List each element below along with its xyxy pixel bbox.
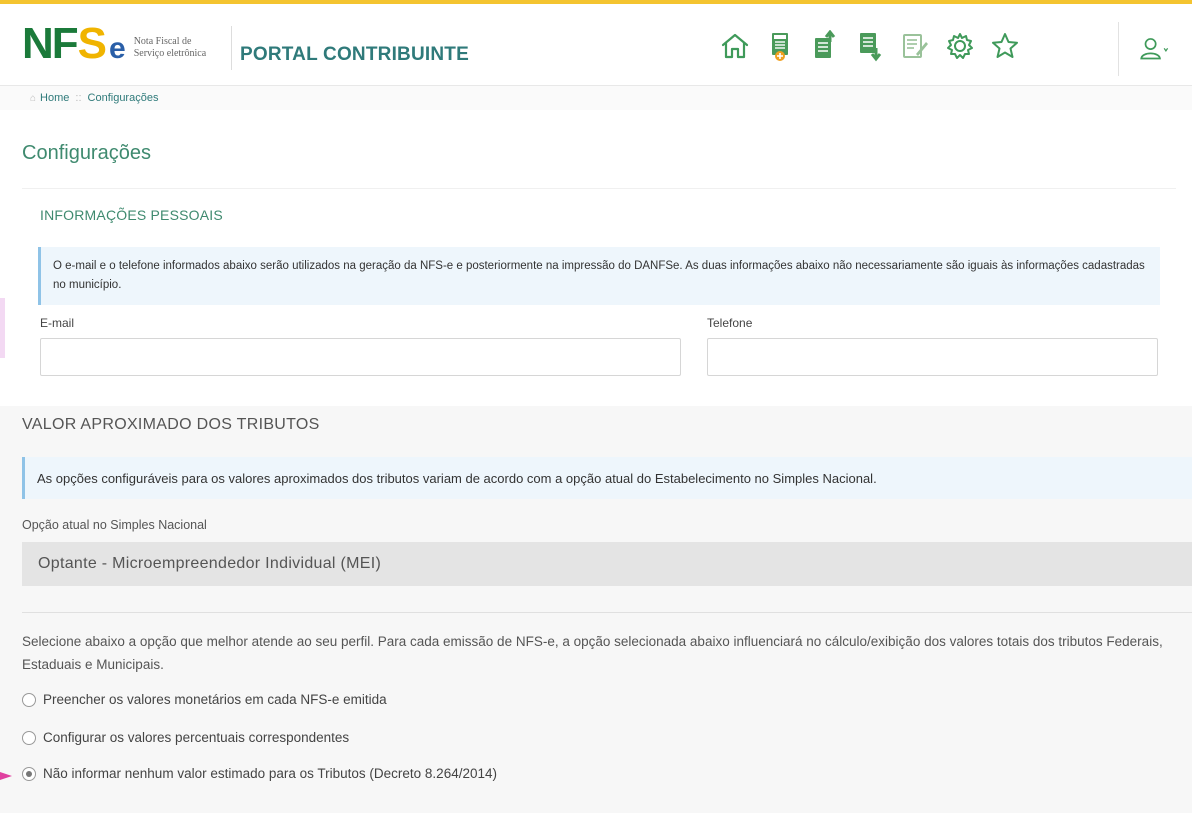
section-divider	[22, 612, 1192, 613]
simples-select[interactable]: Optante - Microempreendedor Individual (…	[22, 542, 1192, 586]
tax-section-title: VALOR APROXIMADO DOS TRIBUTOS	[22, 416, 320, 433]
personal-info-title: INFORMAÇÕES PESSOAIS	[40, 207, 223, 223]
top-nav	[716, 26, 1031, 66]
tax-option-monetary[interactable]: Preencher os valores monetários em cada …	[22, 692, 387, 707]
email-label: E-mail	[40, 316, 75, 330]
nfse-logo[interactable]: NF S e Nota Fiscal de Serviço eletrônica	[22, 22, 206, 66]
email-field[interactable]	[40, 338, 681, 376]
radio-button[interactable]	[22, 692, 36, 707]
breadcrumb-home-icon: ⌂	[30, 92, 37, 104]
download-invoice-icon[interactable]	[851, 26, 889, 66]
simples-label: Opção atual no Simples Nacional	[22, 518, 207, 532]
tax-description: Selecione abaixo a opção que melhor aten…	[22, 634, 1163, 672]
breadcrumb-home-link[interactable]: Home	[40, 92, 69, 104]
portal-title: PORTAL CONTRIBUINTE	[240, 44, 469, 65]
upload-invoice-icon[interactable]	[806, 26, 844, 66]
breadcrumb-separator: ::	[75, 92, 82, 104]
breadcrumb-current: Configurações	[87, 92, 159, 104]
phone-label: Telefone	[707, 316, 753, 330]
radio-button-checked[interactable]	[22, 766, 36, 781]
radio-button[interactable]	[22, 730, 36, 745]
left-edge-highlight	[0, 298, 5, 358]
simples-select-value: Optante - Microempreendedor Individual (…	[38, 555, 382, 572]
tax-notice: As opções configuráveis para os valores …	[22, 457, 1192, 499]
nav-separator	[1118, 22, 1119, 76]
star-icon[interactable]	[986, 26, 1024, 66]
phone-field[interactable]	[707, 338, 1158, 376]
tax-section: VALOR APROXIMADO DOS TRIBUTOS As opções …	[0, 406, 1192, 813]
tax-option-percent[interactable]: Configurar os valores percentuais corres…	[22, 730, 349, 745]
tax-option-label: Preencher os valores monetários em cada …	[43, 692, 387, 707]
tax-option-label: Não informar nenhum valor estimado para …	[43, 766, 497, 781]
home-icon[interactable]	[716, 26, 754, 66]
user-menu-icon[interactable]	[1134, 30, 1174, 70]
tax-option-label: Configurar os valores percentuais corres…	[43, 730, 350, 745]
breadcrumb: ⌂ Home :: Configurações	[30, 92, 158, 104]
logo-subtitle-line-2: Serviço eletrônica	[133, 48, 207, 59]
logo-subtitle-line-1: Nota Fiscal de	[133, 36, 192, 47]
new-invoice-icon[interactable]	[761, 26, 799, 66]
main-content: Configurações INFORMAÇÕES PESSOAIS O e-m…	[0, 110, 1192, 813]
header: NF S e Nota Fiscal de Serviço eletrônica…	[0, 4, 1192, 86]
personal-info-notice: O e-mail e o telefone informados abaixo …	[38, 247, 1160, 305]
tax-notice-text: As opções configuráveis para os valores …	[37, 470, 877, 486]
gear-icon[interactable]	[941, 26, 979, 66]
logo-nf-text: NF	[22, 19, 79, 68]
logo-divider	[231, 26, 232, 70]
logo-s-text: S	[77, 19, 108, 68]
edit-document-icon[interactable]	[896, 26, 934, 66]
logo-e-text: e	[109, 32, 126, 65]
personal-info-card: INFORMAÇÕES PESSOAIS O e-mail e o telefo…	[22, 188, 1176, 400]
logo-subtitle: Nota Fiscal de Serviço eletrônica	[134, 36, 206, 60]
page-title: Configurações	[22, 142, 151, 164]
annotation-arrow-icon	[0, 772, 12, 780]
tax-option-none[interactable]: Não informar nenhum valor estimado para …	[22, 766, 497, 781]
